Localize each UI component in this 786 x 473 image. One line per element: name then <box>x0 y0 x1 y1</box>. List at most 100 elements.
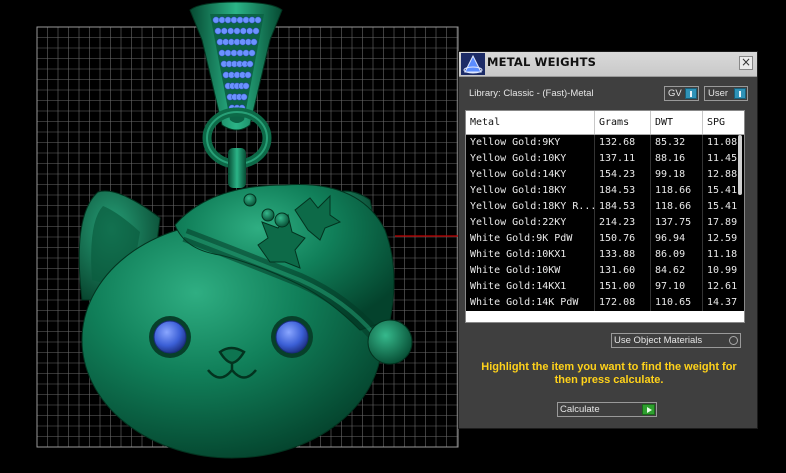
table-row[interactable]: Yellow Gold:14KY 154.23 99.18 12.88 <box>466 167 744 183</box>
metal-table[interactable]: Metal Grams DWT SPG Yellow Gold:9KY 132.6… <box>465 110 745 323</box>
table-row[interactable]: Yellow Gold:9KY 132.68 85.32 11.08 <box>466 135 744 151</box>
left-eye <box>149 316 191 358</box>
gem-stone <box>236 16 244 24</box>
cell-grams: 131.60 <box>595 263 651 279</box>
user-toggle[interactable]: User <box>704 86 748 101</box>
gem-stone <box>248 16 256 24</box>
cell-metal: White Gold:9K PdW <box>466 231 595 247</box>
cell-dwt: 97.10 <box>651 279 703 295</box>
cell-grams: 151.00 <box>595 279 651 295</box>
vertical-scrollbar[interactable] <box>738 135 742 195</box>
column-header-metal[interactable]: Metal <box>466 111 595 134</box>
table-row[interactable]: Yellow Gold:10KY 137.11 88.16 11.45 <box>466 151 744 167</box>
play-arrow-icon <box>642 404 655 415</box>
gv-toggle[interactable]: GV <box>664 86 699 101</box>
panel-titlebar[interactable]: METAL WEIGHTS × <box>459 52 757 77</box>
cell-dwt: 110.65 <box>651 295 703 311</box>
gem-stone <box>218 49 226 57</box>
gem-stone <box>224 49 232 57</box>
gem-stone <box>230 16 238 24</box>
cell-spg: 12.59 <box>703 231 744 247</box>
cell-dwt: 86.09 <box>651 247 703 263</box>
cell-grams: 132.68 <box>595 135 651 151</box>
cell-metal: White Gold:14K PdW <box>466 295 595 311</box>
gem-stone <box>220 27 228 35</box>
cell-spg: 12.61 <box>703 279 744 295</box>
cell-dwt: 88.16 <box>651 151 703 167</box>
table-row[interactable]: White Gold:10KX1 133.88 86.09 11.18 <box>466 247 744 263</box>
cell-grams: 154.23 <box>595 167 651 183</box>
gem-stone <box>233 38 241 46</box>
table-header: Metal Grams DWT SPG <box>466 111 744 135</box>
right-eye <box>271 316 313 358</box>
cell-metal: White Gold:10KX1 <box>466 247 595 263</box>
column-header-grams[interactable]: Grams <box>595 111 651 134</box>
metal-weights-panel: METAL WEIGHTS × Library: Classic - (Fast… <box>458 51 758 429</box>
cell-dwt: 99.18 <box>651 167 703 183</box>
gem-stone <box>242 16 250 24</box>
gem-stone <box>227 38 235 46</box>
close-icon[interactable]: × <box>739 56 753 70</box>
gem-stone <box>250 38 258 46</box>
use-object-materials-option[interactable]: Use Object Materials <box>611 333 741 348</box>
gem-stone <box>252 27 260 35</box>
cell-dwt: 137.75 <box>651 215 703 231</box>
cell-dwt: 85.32 <box>651 135 703 151</box>
cell-dwt: 118.66 <box>651 183 703 199</box>
gem-stone <box>246 27 254 35</box>
gem-stone <box>242 49 250 57</box>
gem-stone <box>227 27 235 35</box>
gem-stone <box>212 16 220 24</box>
use-object-materials-label: Use Object Materials <box>614 335 703 346</box>
hat-pompom <box>367 319 413 365</box>
cell-grams: 184.53 <box>595 183 651 199</box>
table-row[interactable]: White Gold:14K PdW 172.08 110.65 14.37 <box>466 295 744 311</box>
table-row[interactable]: Yellow Gold:18KY R... 184.53 118.66 15.41 <box>466 199 744 215</box>
cell-grams: 133.88 <box>595 247 651 263</box>
cell-metal: White Gold:14KX1 <box>466 279 595 295</box>
panel-title: METAL WEIGHTS <box>487 55 597 69</box>
column-header-spg[interactable]: SPG <box>703 111 744 134</box>
cell-metal: Yellow Gold:22KY <box>466 215 595 231</box>
toggle-knob-icon <box>685 88 697 99</box>
cell-spg: 14.37 <box>703 295 744 311</box>
gem-stone <box>240 93 248 101</box>
gem-stone <box>239 27 247 35</box>
cell-metal: Yellow Gold:14KY <box>466 167 595 183</box>
cell-grams: 172.08 <box>595 295 651 311</box>
calculate-button[interactable]: Calculate <box>557 402 657 417</box>
cell-grams: 150.76 <box>595 231 651 247</box>
cell-spg: 11.18 <box>703 247 744 263</box>
metal-weights-logo-icon <box>461 53 485 75</box>
gem-stone <box>254 16 262 24</box>
gem-stone <box>230 49 238 57</box>
radio-icon[interactable] <box>729 336 738 345</box>
table-row[interactable]: Yellow Gold:22KY 214.23 137.75 17.89 <box>466 215 744 231</box>
gem-stone <box>242 82 250 90</box>
gem-stone <box>233 27 241 35</box>
gem-stone <box>224 16 232 24</box>
table-row[interactable]: White Gold:9K PdW 150.76 96.94 12.59 <box>466 231 744 247</box>
cell-dwt: 96.94 <box>651 231 703 247</box>
toggle-knob-icon <box>734 88 746 99</box>
gem-stone <box>244 71 252 79</box>
gem-stone <box>244 38 252 46</box>
cell-dwt: 118.66 <box>651 199 703 215</box>
cell-grams: 184.53 <box>595 199 651 215</box>
gem-stone <box>214 27 222 35</box>
cell-spg: 17.89 <box>703 215 744 231</box>
table-row[interactable]: White Gold:14KX1 151.00 97.10 12.61 <box>466 279 744 295</box>
table-row[interactable]: Yellow Gold:18KY 184.53 118.66 15.41 <box>466 183 744 199</box>
gem-stone <box>246 60 254 68</box>
cell-metal: Yellow Gold:18KY <box>466 183 595 199</box>
instruction-text: Highlight the item you want to find the … <box>481 361 737 386</box>
column-header-dwt[interactable]: DWT <box>651 111 703 134</box>
cell-metal: White Gold:10KW <box>466 263 595 279</box>
cell-metal: Yellow Gold:9KY <box>466 135 595 151</box>
cell-spg: 10.99 <box>703 263 744 279</box>
user-toggle-label: User <box>708 88 729 99</box>
table-row[interactable]: White Gold:10KW 131.60 84.62 10.99 <box>466 263 744 279</box>
cell-metal: Yellow Gold:10KY <box>466 151 595 167</box>
gv-toggle-label: GV <box>668 88 682 99</box>
cell-dwt: 84.62 <box>651 263 703 279</box>
